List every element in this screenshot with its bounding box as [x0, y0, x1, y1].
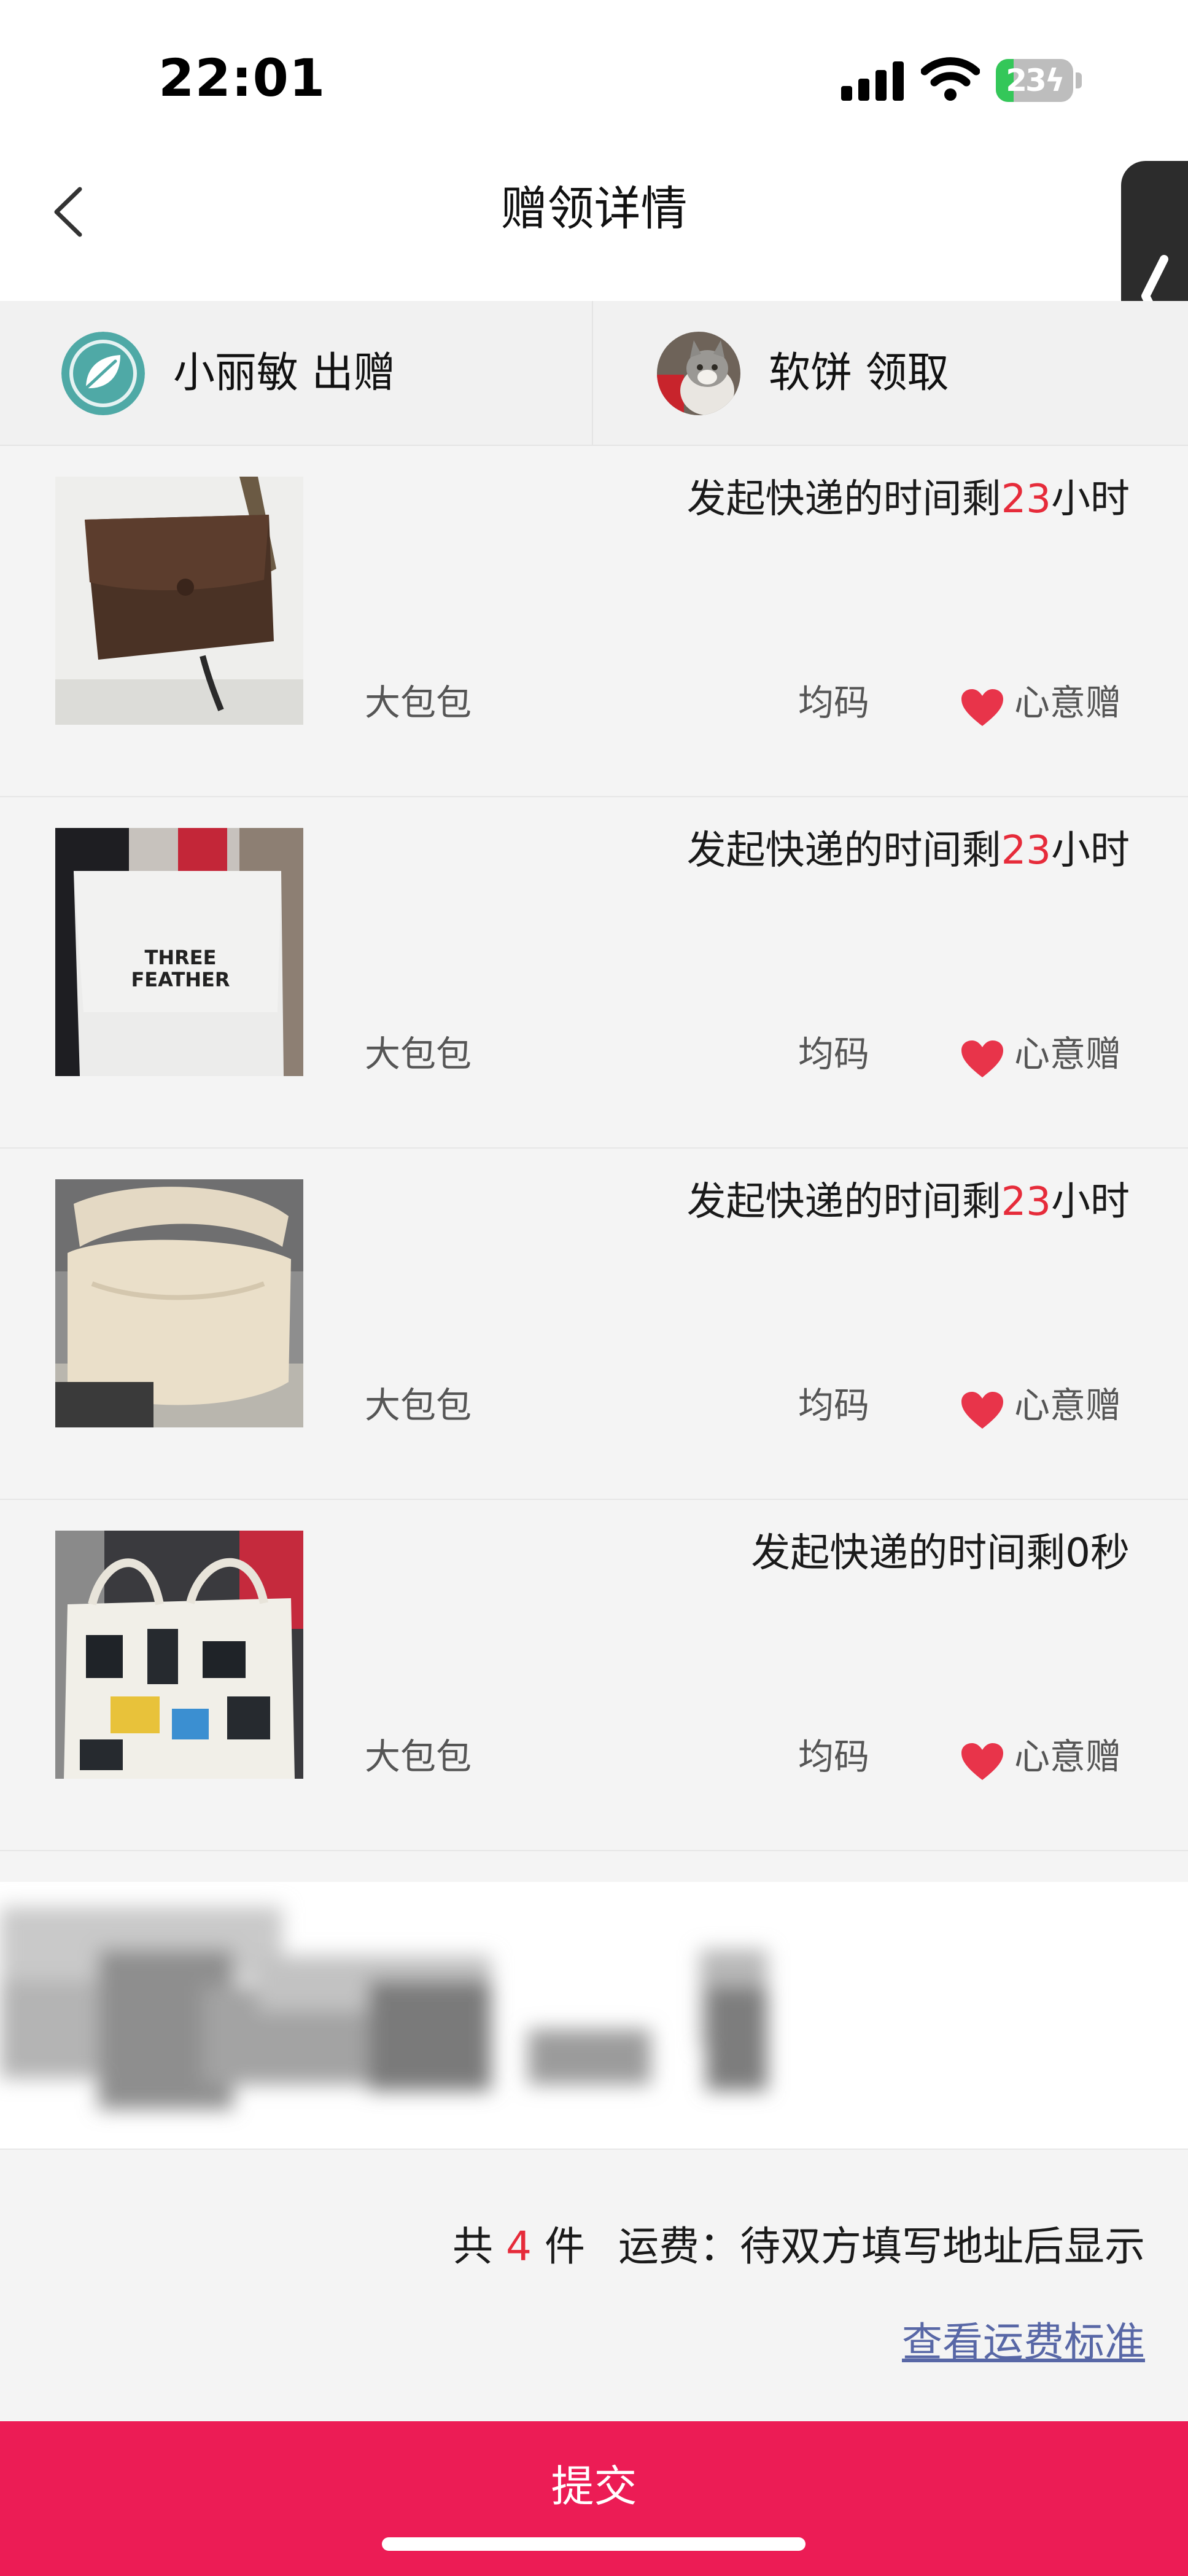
item-gift-tag: 心意赠	[1014, 1736, 1122, 1778]
receiver-label: 软饼 领取	[769, 349, 949, 397]
item-name: 大包包	[365, 1384, 472, 1426]
item-size: 均码	[798, 1033, 870, 1075]
order-summary: 共 4 件运费：待双方填写地址后显示 查看运费标准	[0, 2151, 1188, 2421]
item-name: 大包包	[365, 1736, 472, 1778]
item-row[interactable]: THREE FEATHER 发起快递的时间剩23小时 大包包 均码 心意赠	[0, 798, 1188, 1149]
home-indicator[interactable]	[382, 2537, 806, 2551]
item-row[interactable]: 发起快递的时间剩23小时 大包包 均码 心意赠	[0, 447, 1188, 797]
item-photo[interactable]: THREE FEATHER	[55, 828, 303, 1076]
item-photo[interactable]	[55, 1531, 303, 1779]
item-row[interactable]: 发起快递的时间剩23小时 大包包 均码 心意赠	[0, 1150, 1188, 1500]
giver-avatar[interactable]	[61, 332, 145, 415]
item-count: 4	[506, 2223, 532, 2270]
status-time: 22:01	[158, 48, 326, 108]
receiver-avatar[interactable]	[657, 332, 740, 415]
item-size: 均码	[798, 1736, 870, 1778]
giver-party[interactable]: 小丽敏 出赠	[0, 301, 593, 446]
shipping-fee-standard-link[interactable]: 查看运费标准	[902, 2312, 1145, 2373]
receiver-party[interactable]: 软饼 领取	[594, 301, 1188, 446]
summary-line: 共 4 件运费：待双方填写地址后显示	[452, 2216, 1145, 2277]
photo-text: FEATHER	[131, 968, 230, 991]
charging-battery-icon: 23ϟ	[996, 59, 1082, 102]
three-feather-canvas-bag-photo-icon: THREE FEATHER	[55, 828, 303, 1076]
heart-icon	[961, 1040, 1003, 1077]
item-countdown: 发起快递的时间剩23小时	[686, 477, 1130, 522]
wifi-icon	[921, 57, 980, 101]
item-countdown: 发起快递的时间剩23小时	[686, 828, 1130, 873]
item-name: 大包包	[365, 682, 472, 724]
page-title: 赠领详情	[500, 181, 688, 236]
printed-tote-bag-photo-icon	[55, 1531, 303, 1779]
item-countdown: 发起快递的时间剩0秒	[751, 1531, 1130, 1576]
cream-fleece-bag-photo-icon	[55, 1179, 303, 1427]
heart-icon	[961, 689, 1003, 726]
item-gift-tag: 心意赠	[1014, 682, 1122, 724]
item-row[interactable]: 发起快递的时间剩0秒 大包包 均码 心意赠	[0, 1501, 1188, 1851]
brown-leather-bag-photo-icon	[55, 477, 303, 725]
cat-photo-icon	[657, 332, 740, 415]
count-suffix: 件	[545, 2223, 585, 2270]
item-size: 均码	[798, 682, 870, 724]
heart-icon	[961, 1743, 1003, 1780]
item-photo[interactable]	[55, 477, 303, 725]
heart-icon	[961, 1392, 1003, 1429]
count-prefix: 共	[452, 2223, 494, 2270]
item-name: 大包包	[365, 1033, 472, 1075]
blurred-message	[0, 1882, 1188, 2150]
shipping-label: 运费：	[618, 2223, 740, 2270]
giver-label: 小丽敏 出赠	[173, 349, 395, 397]
photo-text: THREE	[145, 946, 217, 969]
leaf-logo-icon	[61, 332, 145, 415]
header: 赠领详情	[0, 154, 1188, 301]
item-photo[interactable]	[55, 1179, 303, 1427]
item-countdown: 发起快递的时间剩23小时	[686, 1179, 1130, 1225]
shipping-value: 待双方填写地址后显示	[740, 2223, 1145, 2270]
status-bar: 22:01 23ϟ	[0, 0, 1188, 154]
signal-icon	[841, 59, 905, 101]
item-size: 均码	[798, 1384, 870, 1426]
blurred-text-image	[0, 1907, 767, 2109]
item-gift-tag: 心意赠	[1014, 1384, 1122, 1426]
battery-level: 23	[1006, 63, 1047, 98]
submit-label: 提交	[551, 2461, 637, 2512]
submit-button[interactable]: 提交	[0, 2421, 1188, 2576]
parties-row: 小丽敏 出赠 软饼 领取	[0, 301, 1188, 446]
item-gift-tag: 心意赠	[1014, 1033, 1122, 1075]
